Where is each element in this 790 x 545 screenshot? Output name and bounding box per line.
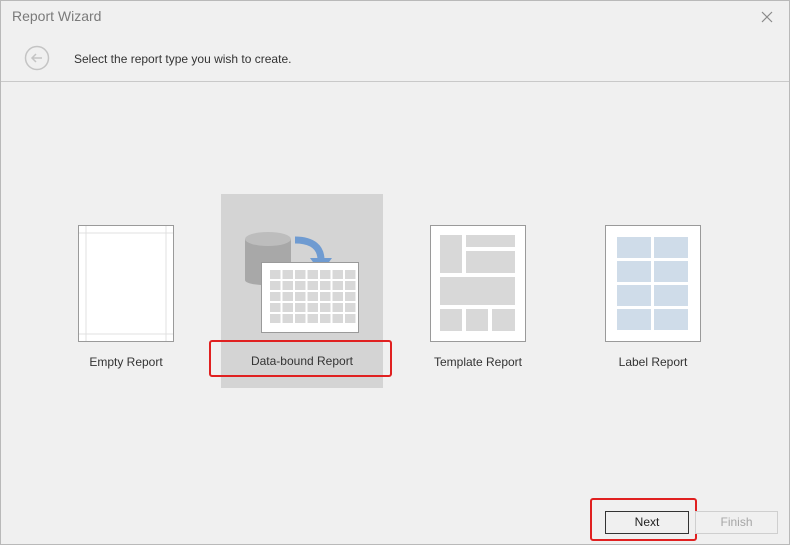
report-type-data-bound[interactable]: Data-bound Report <box>221 194 383 388</box>
report-type-label: Label Report <box>618 355 688 369</box>
grid-cell <box>307 270 318 279</box>
report-type-label-report[interactable]: Label Report <box>588 223 718 373</box>
grid-cell <box>270 281 281 290</box>
label-cell <box>654 285 688 306</box>
finish-button[interactable]: Finish <box>695 511 778 534</box>
grid-cell <box>332 314 343 323</box>
grid-cell <box>295 303 306 312</box>
grid-cell <box>295 314 306 323</box>
label-cell <box>617 237 651 258</box>
report-type-label: Data-bound Report <box>250 354 354 368</box>
title-bar: Report Wizard <box>1 1 789 33</box>
grid-cell <box>307 292 318 301</box>
label-cell <box>654 309 688 330</box>
grid-cell <box>345 303 356 312</box>
grid-cell <box>320 270 331 279</box>
grid-cell <box>320 303 331 312</box>
grid-cell <box>332 292 343 301</box>
wizard-subtitle: Select the report type you wish to creat… <box>74 52 292 66</box>
label-cell <box>617 285 651 306</box>
grid-cell <box>270 303 281 312</box>
grid-cell <box>307 303 318 312</box>
close-button[interactable] <box>755 5 779 29</box>
back-button[interactable] <box>24 45 50 71</box>
grid-cell <box>307 281 318 290</box>
window-title: Report Wizard <box>12 8 102 24</box>
template-report-icon <box>430 225 526 342</box>
grid-cell <box>332 270 343 279</box>
grid-cell <box>282 314 293 323</box>
grid-cell <box>270 292 281 301</box>
grid-cell <box>282 303 293 312</box>
grid-cell <box>345 270 356 279</box>
grid-cell <box>282 270 293 279</box>
report-type-label: Template Report <box>433 355 523 369</box>
grid-cell <box>295 270 306 279</box>
label-cell <box>654 237 688 258</box>
report-type-template[interactable]: Template Report <box>413 223 543 373</box>
grid-cell <box>282 292 293 301</box>
close-icon <box>761 11 773 23</box>
grid-cell <box>270 270 281 279</box>
back-arrow-icon <box>24 45 50 71</box>
grid-cell <box>270 314 281 323</box>
report-type-empty[interactable]: Empty Report <box>61 223 191 373</box>
grid-cell <box>320 314 331 323</box>
grid-cell <box>345 292 356 301</box>
next-button[interactable]: Next <box>605 511 689 534</box>
label-cell <box>617 261 651 282</box>
grid-cell <box>332 281 343 290</box>
wizard-header: Select the report type you wish to creat… <box>1 33 789 82</box>
grid-cell <box>295 281 306 290</box>
empty-report-icon <box>78 225 174 342</box>
report-type-gallery: Empty Report Data-bound Report Template … <box>1 83 789 501</box>
grid-cell <box>345 314 356 323</box>
report-wizard-window: Report Wizard Select the report type you… <box>0 0 790 545</box>
grid-cell <box>320 281 331 290</box>
label-report-icon <box>605 225 701 342</box>
grid-cell <box>295 292 306 301</box>
grid-cell <box>307 314 318 323</box>
grid-cell <box>282 281 293 290</box>
grid-cell <box>332 303 343 312</box>
label-cell <box>654 261 688 282</box>
data-bound-report-icon <box>245 232 359 333</box>
grid-cell <box>345 281 356 290</box>
label-cell <box>617 309 651 330</box>
report-type-label: Empty Report <box>89 355 163 369</box>
grid-cell <box>320 292 331 301</box>
